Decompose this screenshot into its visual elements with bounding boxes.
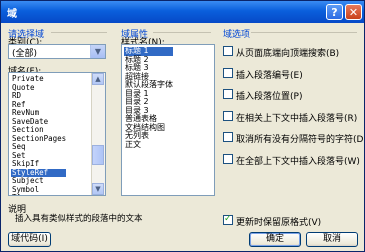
- option-label: 取消所有没有分隔符号的字符(D): [236, 135, 365, 145]
- scroll-down-icon[interactable]: ▼: [92, 183, 104, 195]
- ok-button[interactable]: 确定: [249, 232, 301, 247]
- style-name-list[interactable]: 标题 1 标题 2 标题 3 超链接 默认段落字体 目录 1 目录 2 目录 3 普通表格 文档结…: [121, 44, 215, 196]
- divider: [251, 32, 357, 33]
- field-name-list[interactable]: Private Quote RD Ref RevNum SaveDate Section Se…: [8, 72, 106, 196]
- divider: [51, 32, 107, 33]
- field-items: Private Quote RD Ref RevNum SaveDate Section Se…: [11, 74, 67, 195]
- category-select[interactable]: (全部) ▼: [8, 44, 106, 59]
- option-label: 在全部上下文中插入段落号(W): [236, 156, 360, 167]
- divider: [153, 32, 211, 33]
- preserve-format-label: 更新时保留原格式(V): [236, 218, 322, 228]
- option-checkbox[interactable]: [223, 132, 233, 142]
- field-list-scrollbar[interactable]: ▲ ▼: [91, 73, 105, 195]
- close-icon[interactable]: ✕: [345, 4, 362, 20]
- style-item[interactable]: 正文: [124, 140, 173, 150]
- option-checkbox[interactable]: [223, 153, 233, 164]
- description-text: 插入具有类似样式的段落中的文本: [15, 214, 143, 224]
- option-label: 从页面底端向顶端搜索(B): [236, 49, 340, 59]
- style-items: 标题 1 标题 2 标题 3 超链接 默认段落字体 目录 1 目录 2 目录 3 普通表格 文档结…: [124, 46, 173, 150]
- options-header: 域选项: [223, 30, 251, 40]
- option-label: 在相关上下文中插入段落号(R): [236, 113, 358, 124]
- scroll-thumb[interactable]: [92, 145, 104, 165]
- field-name-item[interactable]: TA: [11, 193, 66, 195]
- category-value: (全部): [12, 49, 38, 59]
- option-checkbox[interactable]: [223, 110, 233, 121]
- option-checkbox[interactable]: [223, 89, 233, 99]
- field-dialog: 域 ? ✕ 请选择域 类别(C): (全部) ▼ 域名(F): PrivateQ…: [0, 0, 365, 252]
- option-checkbox[interactable]: [223, 67, 233, 78]
- preserve-format-checkbox[interactable]: [223, 214, 233, 225]
- title-bar[interactable]: 域 ? ✕: [1, 1, 364, 23]
- option-label: 插入段落位置(P): [236, 92, 303, 102]
- field-codes-button[interactable]: 域代码(I): [8, 232, 51, 247]
- option-label: 插入段落编号(E): [236, 70, 303, 81]
- cancel-button[interactable]: 取消: [306, 232, 358, 247]
- option-checkbox[interactable]: [223, 46, 233, 56]
- help-icon[interactable]: ?: [326, 4, 343, 20]
- window-title: 域: [7, 9, 17, 20]
- chevron-down-icon[interactable]: ▼: [90, 45, 105, 58]
- scroll-up-icon[interactable]: ▲: [92, 73, 104, 85]
